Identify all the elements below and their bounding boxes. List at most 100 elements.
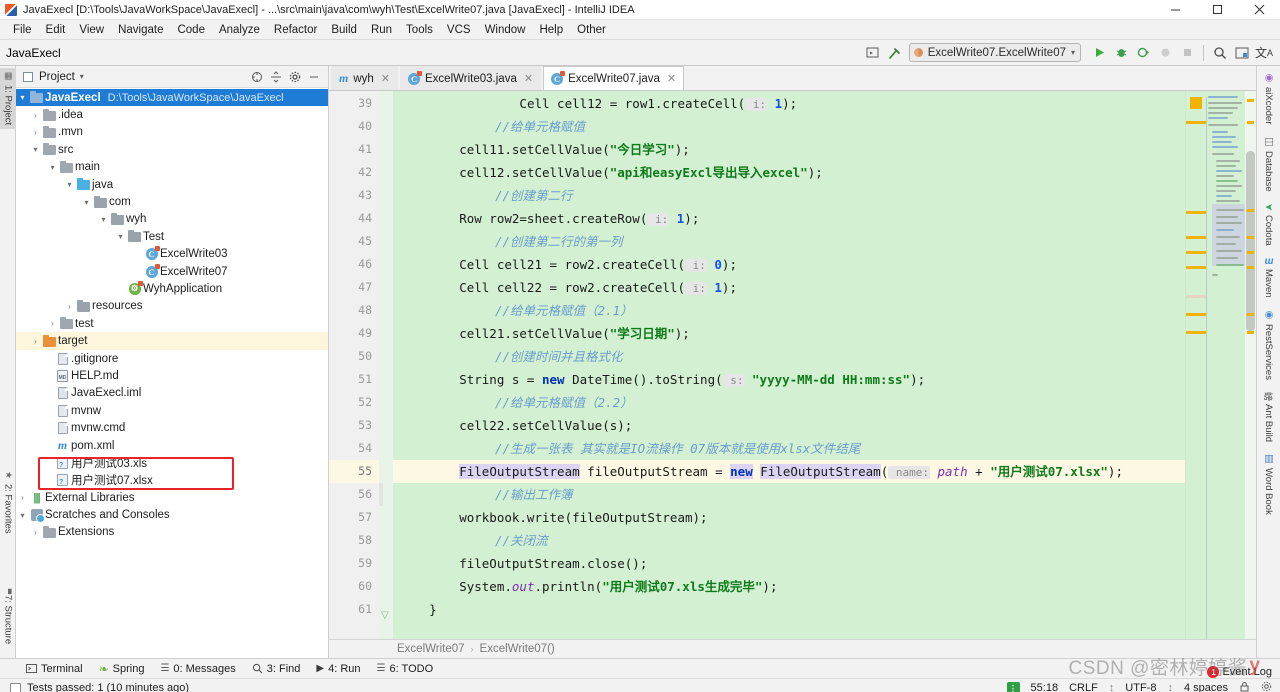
rail-item-favorites[interactable]: ★ 2: Favorites <box>0 467 16 538</box>
chevron-down-icon[interactable]: ▾ <box>80 72 84 81</box>
tree-row-src[interactable]: ▾ src <box>16 141 328 158</box>
menu-file[interactable]: File <box>6 22 39 38</box>
tree-row-com[interactable]: ▾ com <box>16 193 328 210</box>
expand-arrow[interactable]: › <box>29 337 42 346</box>
tree-row-pom-xml[interactable]: m pom.xml <box>16 437 328 454</box>
translate-icon[interactable]: 文A <box>1254 43 1274 63</box>
toolwindow-run[interactable]: ▶ 4: Run <box>316 663 360 675</box>
tree-row-scratches[interactable]: ▾ Scratches and Consoles <box>16 506 328 524</box>
rail-item-database[interactable]: ◫ Database <box>1263 136 1274 191</box>
settings-gear-icon[interactable] <box>1261 681 1272 692</box>
event-log-button[interactable]: 1 Event Log <box>1207 666 1272 678</box>
toolwindow-messages[interactable]: ☰ 0: Messages <box>160 663 235 675</box>
run-configuration-selector[interactable]: ExcelWrite07.ExcelWrite07 ▾ <box>908 43 1081 62</box>
expand-arrow[interactable]: › <box>29 128 42 137</box>
tree-row-xlsx-07[interactable]: 用户测试07.xlsx <box>16 472 328 489</box>
minimize-button[interactable] <box>1154 0 1196 20</box>
code-view[interactable]: Cell cell12 = row1.createCell( i: 1); //… <box>393 91 1185 639</box>
rail-item-project[interactable]: ▦ 1: Project <box>0 68 16 130</box>
tree-row-target[interactable]: › target <box>16 332 328 350</box>
menu-refactor[interactable]: Refactor <box>267 22 324 38</box>
rail-item-restservices[interactable]: ◉ RestServices <box>1263 309 1274 379</box>
tree-row-mvn[interactable]: › .mvn <box>16 124 328 141</box>
editor-scrollbar[interactable] <box>1245 91 1256 639</box>
toolwindow-terminal[interactable]: Terminal <box>26 663 83 675</box>
tree-row-external-libraries[interactable]: › ||| External Libraries <box>16 489 328 506</box>
tree-row-excelwrite07[interactable]: C ExcelWrite07 <box>16 263 328 280</box>
close-button[interactable] <box>1238 0 1280 20</box>
rail-item-aixcoder[interactable]: ◉ aiXcoder <box>1263 72 1274 125</box>
tree-row-test[interactable]: › test <box>16 315 328 332</box>
collapse-arrow[interactable]: ▾ <box>16 511 29 520</box>
collapse-arrow[interactable]: ▾ <box>97 215 110 224</box>
breadcrumb-method[interactable]: ExcelWrite07() <box>480 643 555 655</box>
tree-row-gitignore[interactable]: .gitignore <box>16 350 328 367</box>
tree-row-extensions[interactable]: › Extensions <box>16 524 328 541</box>
collapse-arrow[interactable]: ▾ <box>63 180 76 189</box>
menu-build[interactable]: Build <box>324 22 364 38</box>
tree-row-test-pkg[interactable]: ▾ Test <box>16 228 328 245</box>
tab-wyh[interactable]: m wyh ✕ <box>331 66 399 90</box>
indent-setting[interactable]: 4 spaces <box>1184 682 1228 692</box>
editor-body[interactable]: 39 40 41 42 43 44 45 46 47 48 49 50 51 5… <box>329 91 1256 639</box>
encoding[interactable]: UTF-8 <box>1125 682 1156 692</box>
expand-arrow[interactable]: › <box>16 493 29 502</box>
toolwindow-find[interactable]: 3: Find <box>252 663 300 675</box>
rail-item-word-book[interactable]: ▤ Word Book <box>1263 453 1274 514</box>
hide-panel-icon[interactable] <box>308 71 320 83</box>
rail-item-structure[interactable]: ▘ 7: Structure <box>0 581 16 648</box>
collapse-arrow[interactable]: ▾ <box>29 145 42 154</box>
rail-item-ant-build[interactable]: 螃 Ant Build <box>1263 391 1274 442</box>
tree-row-resources[interactable]: › resources <box>16 298 328 315</box>
maximize-button[interactable] <box>1196 0 1238 20</box>
tree-row-java[interactable]: ▾ java <box>16 176 328 193</box>
tree-row-javaexecl[interactable]: ▾ JavaExecl D:\Tools\JavaWorkSpace\JavaE… <box>16 89 328 107</box>
menu-run[interactable]: Run <box>364 22 399 38</box>
menu-window[interactable]: Window <box>478 22 533 38</box>
rail-item-codota[interactable]: ➤ Codota <box>1263 201 1274 245</box>
collapse-all-icon[interactable] <box>270 70 282 83</box>
menu-navigate[interactable]: Navigate <box>111 22 170 38</box>
tree-row-iml[interactable]: JavaExecl.iml <box>16 385 328 402</box>
close-icon[interactable]: ✕ <box>524 72 533 85</box>
breadcrumb-class[interactable]: ExcelWrite07 <box>397 643 465 655</box>
menu-edit[interactable]: Edit <box>39 22 73 38</box>
expand-arrow[interactable]: › <box>63 302 76 311</box>
menu-code[interactable]: Code <box>170 22 212 38</box>
tree-row-mvnw[interactable]: mvnw <box>16 402 328 419</box>
expand-arrow[interactable]: › <box>29 111 42 120</box>
code-fold-icon[interactable]: ▽ <box>381 610 389 621</box>
run-coverage-icon[interactable] <box>1133 43 1153 63</box>
change-marker-strip[interactable]: ▽ <box>379 91 393 639</box>
excel-indicator-icon[interactable]: ⋮ <box>1006 681 1020 692</box>
tree-row-excelwrite03[interactable]: C ExcelWrite03 <box>16 246 328 263</box>
build-hammer-icon[interactable] <box>885 43 905 63</box>
debug-icon[interactable] <box>1111 43 1131 63</box>
project-structure-icon[interactable] <box>863 43 883 63</box>
collapse-arrow[interactable]: ▾ <box>114 232 127 241</box>
toolwindow-spring[interactable]: ❧ Spring <box>99 662 145 676</box>
expand-arrow[interactable]: ▾ <box>16 93 29 102</box>
scroll-to-source-icon[interactable] <box>251 71 263 83</box>
code-line-current[interactable]: FileOutputStream fileOutputStream = new … <box>393 460 1185 483</box>
settings-gear-icon[interactable] <box>289 71 301 83</box>
toolwindow-todo[interactable]: ☰ 6: TODO <box>377 663 434 675</box>
menu-help[interactable]: Help <box>532 22 570 38</box>
navbar-project-name[interactable]: JavaExecl <box>6 46 61 60</box>
tree-row-wyhapplication[interactable]: ⚙ WyhApplication <box>16 280 328 297</box>
collapse-arrow[interactable]: ▾ <box>80 198 93 207</box>
menu-vcs[interactable]: VCS <box>440 22 478 38</box>
layout-icon[interactable] <box>1232 43 1252 63</box>
tree-row-mvnw-cmd[interactable]: mvnw.cmd <box>16 419 328 436</box>
menu-view[interactable]: View <box>72 22 111 38</box>
line-separator[interactable]: CRLF <box>1069 682 1098 692</box>
lock-icon[interactable] <box>1239 681 1250 692</box>
project-tree[interactable]: ▾ JavaExecl D:\Tools\JavaWorkSpace\JavaE… <box>16 88 328 658</box>
close-icon[interactable]: ✕ <box>667 72 676 85</box>
scrollbar-thumb[interactable] <box>1246 151 1255 331</box>
project-panel-title[interactable]: Project <box>39 71 75 83</box>
close-icon[interactable]: ✕ <box>381 72 390 85</box>
tree-row-idea[interactable]: › .idea <box>16 106 328 123</box>
code-minimap[interactable] <box>1185 91 1246 639</box>
expand-arrow[interactable]: › <box>29 528 42 537</box>
